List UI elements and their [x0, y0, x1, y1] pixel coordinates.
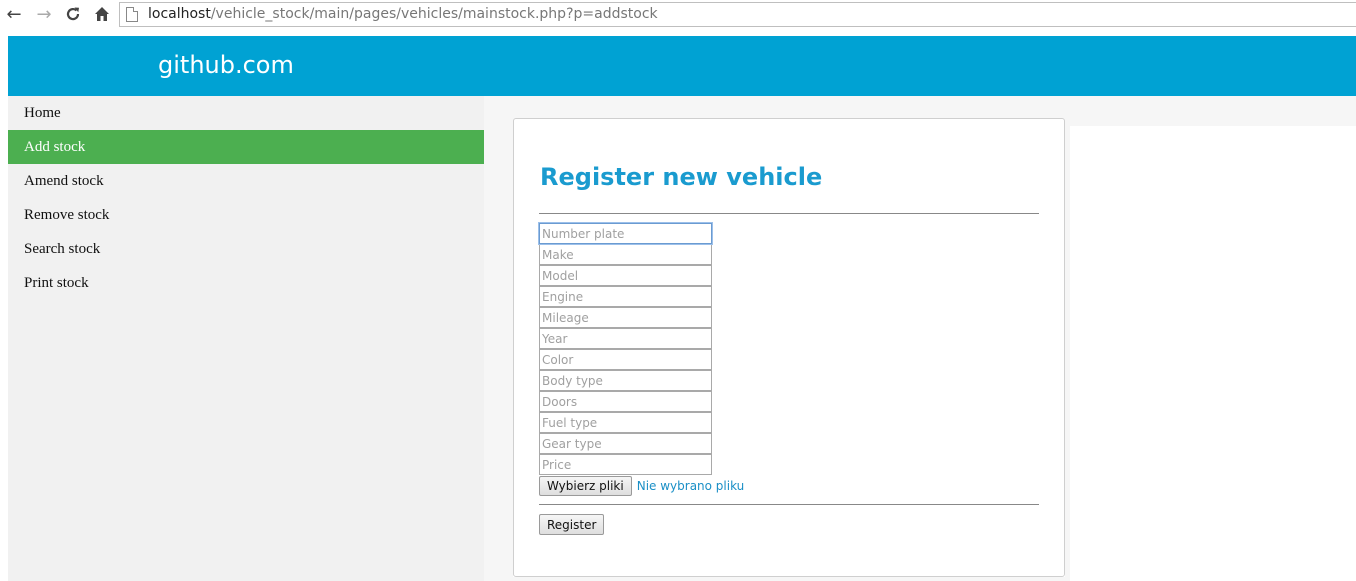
- sidebar-item-amend-stock[interactable]: Amend stock: [8, 164, 484, 198]
- panel-shadow: [1065, 118, 1070, 581]
- sidebar-item-home[interactable]: Home: [8, 96, 484, 130]
- number-plate-field[interactable]: [538, 222, 713, 245]
- gear-type-field[interactable]: [539, 433, 712, 454]
- url-text: localhost/vehicle_stock/main/pages/vehic…: [148, 6, 658, 22]
- sidebar-item-add-stock[interactable]: Add stock: [8, 130, 484, 164]
- color-field[interactable]: [539, 349, 712, 370]
- panel-bottom-gutter: [513, 577, 1070, 581]
- register-button[interactable]: Register: [539, 514, 605, 535]
- home-icon-graphic: [95, 7, 109, 21]
- content-gutter: [484, 126, 513, 581]
- site-header: github.com: [8, 36, 1356, 96]
- sidebar: Home Add stock Amend stock Remove stock …: [8, 96, 484, 581]
- form-title: Register new vehicle: [540, 163, 823, 191]
- year-field[interactable]: [539, 328, 712, 349]
- file-status-text: Nie wybrano pliku: [636, 479, 745, 493]
- back-arrow-icon[interactable]: ←: [3, 3, 25, 25]
- vehicle-fields: [538, 222, 713, 475]
- mileage-field[interactable]: [539, 307, 712, 328]
- divider: [539, 213, 1039, 214]
- site-title[interactable]: github.com: [158, 51, 294, 79]
- body-type-field[interactable]: [539, 370, 712, 391]
- model-field[interactable]: [539, 265, 712, 286]
- reload-icon-graphic: [66, 7, 80, 21]
- sidebar-item-print-stock[interactable]: Print stock: [8, 266, 484, 300]
- choose-files-button[interactable]: Wybierz pliki: [539, 476, 632, 496]
- doors-field[interactable]: [539, 391, 712, 412]
- engine-field[interactable]: [539, 286, 712, 307]
- forward-arrow-icon[interactable]: →: [33, 3, 55, 25]
- file-upload: Wybierz pliki Nie wybrano pliku: [539, 475, 744, 497]
- fuel-type-field[interactable]: [539, 412, 712, 433]
- make-field[interactable]: [539, 244, 712, 265]
- reload-icon[interactable]: [62, 3, 84, 25]
- price-field[interactable]: [539, 454, 712, 475]
- sidebar-item-remove-stock[interactable]: Remove stock: [8, 198, 484, 232]
- address-bar[interactable]: localhost/vehicle_stock/main/pages/vehic…: [119, 2, 1356, 27]
- divider: [539, 504, 1039, 505]
- sidebar-item-search-stock[interactable]: Search stock: [8, 232, 484, 266]
- browser-toolbar: ← → localhost/vehicle_stock/main/pages/v…: [0, 0, 1356, 30]
- page-icon: [126, 7, 138, 22]
- url-host: localhost: [148, 6, 211, 22]
- register-form-panel: Register new vehicle Wybierz pliki Nie w…: [513, 118, 1065, 577]
- home-icon[interactable]: [91, 3, 113, 25]
- url-path: /vehicle_stock/main/pages/vehicles/mains…: [210, 6, 658, 22]
